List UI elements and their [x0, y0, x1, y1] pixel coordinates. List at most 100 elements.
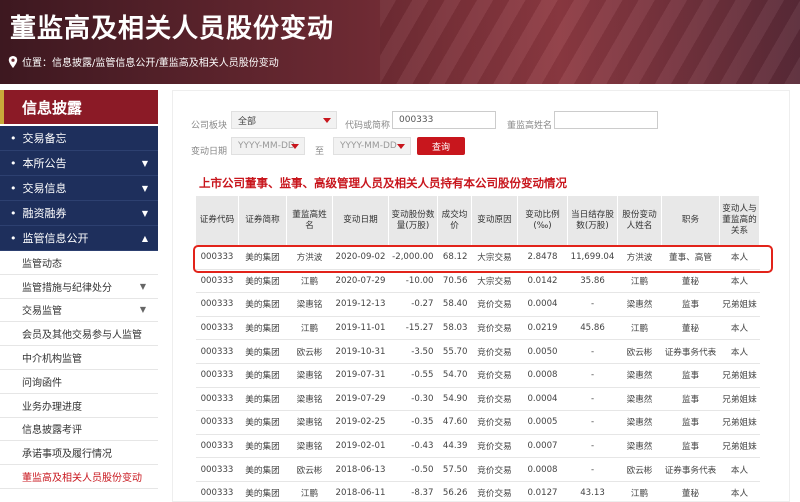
table-cell: 欧云彬	[617, 457, 662, 482]
table-cell: -0.50	[388, 457, 438, 482]
table-cell: 监事	[661, 410, 720, 435]
sub-item-member-supervision[interactable]: 会员及其他交易参与人监管	[0, 322, 158, 347]
col-header[interactable]: 证券简称	[238, 195, 287, 246]
table-cell: 0.0004	[517, 387, 568, 412]
sub-item-insider-share-changes[interactable]: 董监高及相关人员股份变动	[0, 465, 158, 489]
table-cell: 竞价交易	[471, 387, 518, 412]
board-label: 公司板块	[191, 121, 228, 131]
name-input[interactable]	[554, 111, 658, 129]
sidebar-item-label: 监管信息公开	[22, 232, 89, 245]
sub-item-disciplinary-actions[interactable]: 监管措施与纪律处分 ▼	[0, 274, 158, 299]
table-row[interactable]: 000333 美的集团 欧云彬 2018-06-13 -0.50 57.50 竞价交易 0.0…	[195, 457, 760, 482]
table-cell: 11,699.04	[567, 245, 618, 270]
date-from-input[interactable]: YYYY-MM-DD	[231, 137, 305, 155]
table-cell: 000333	[195, 363, 239, 388]
table-cell: 58.03	[437, 316, 472, 341]
sub-item-business-progress[interactable]: 业务办理进度	[0, 393, 158, 418]
table-cell: 0.0004	[517, 292, 568, 317]
breadcrumb: 位置：信息披露/监管信息公开/董监高及相关人员股份变动	[8, 54, 279, 69]
table-cell: 2019-07-31	[332, 363, 389, 388]
board-select[interactable]: 全部	[231, 111, 337, 129]
table-row[interactable]: 000333 美的集团 梁惠铭 2019-07-31 -0.55 54.70 竞价交易 0.0…	[195, 363, 760, 388]
table-row[interactable]: 000333 美的集团 梁惠铭 2019-02-25 -0.35 47.60 竞价交易 0.0…	[195, 410, 760, 435]
col-header[interactable]: 变动日期	[332, 195, 389, 246]
sidebar-item-margin-trading[interactable]: • 融资融券 ▼	[0, 201, 158, 226]
table-cell: -15.27	[388, 316, 438, 341]
table-cell: 欧云彬	[286, 457, 333, 482]
table-cell: 证券事务代表	[661, 339, 720, 364]
table-cell: 竞价交易	[471, 339, 518, 364]
table-cell: 2018-06-11	[332, 481, 389, 502]
table-header-row: 证券代码 证券简称 董监高姓名 变动日期 变动股份数量(万股) 成交均价 变动原…	[195, 195, 760, 246]
table-row[interactable]: 000333 美的集团 江鹏 2020-07-29 -10.00 70.56 大宗交易 0.0…	[195, 269, 760, 294]
table-cell: 兄弟姐妹	[719, 363, 760, 388]
table-row[interactable]: 000333 美的集团 欧云彬 2019-10-31 -3.50 55.70 竞价交易 0.0…	[195, 339, 760, 364]
page-banner: 董监高及相关人员股份变动 位置：信息披露/监管信息公开/董监高及相关人员股份变动	[0, 0, 800, 84]
table-cell: 竞价交易	[471, 292, 518, 317]
col-header[interactable]: 变动股份数量(万股)	[388, 195, 438, 246]
table-cell: 000333	[195, 292, 239, 317]
col-header[interactable]: 职务	[661, 195, 720, 246]
table-cell: 2019-02-01	[332, 434, 389, 459]
sub-item-trading-supervision[interactable]: 交易监管 ▼	[0, 298, 158, 323]
col-header[interactable]: 成交均价	[437, 195, 472, 246]
table-row[interactable]: 000333 美的集团 梁惠铭 2019-12-13 -0.27 58.40 竞价交易 0.0…	[195, 292, 760, 317]
table-row[interactable]: 000333 美的集团 梁惠铭 2019-02-01 -0.43 44.39 竞价交易 0.0…	[195, 434, 760, 459]
dropdown-arrow-icon	[291, 144, 299, 149]
col-header[interactable]: 当日结存股数(万股)	[567, 195, 618, 246]
sub-item-commitments[interactable]: 承诺事项及履行情况	[0, 441, 158, 466]
code-input[interactable]: 000333	[392, 111, 496, 129]
table-cell: 兄弟姐妹	[719, 410, 760, 435]
table-row[interactable]: 000333 美的集团 江鹏 2018-06-11 -8.37 56.26 竞价交易 0.01…	[195, 481, 760, 502]
query-button[interactable]: 查询	[417, 137, 465, 155]
table-cell: 董秘	[661, 316, 720, 341]
col-header[interactable]: 证券代码	[195, 195, 239, 246]
table-cell: 美的集团	[238, 410, 287, 435]
table-cell: 美的集团	[238, 339, 287, 364]
table-cell: 70.56	[437, 269, 472, 294]
table-cell: -0.55	[388, 363, 438, 388]
table-cell: 54.70	[437, 363, 472, 388]
sidebar-item-trading-info[interactable]: • 交易信息 ▼	[0, 176, 158, 201]
sub-item-intermediary-supervision[interactable]: 中介机构监管	[0, 346, 158, 370]
sidebar-item-announcements[interactable]: • 本所公告 ▼	[0, 151, 158, 176]
sidebar-item-trading-memo[interactable]: • 交易备忘	[0, 126, 158, 151]
table-row[interactable]: 000333 美的集团 江鹏 2019-11-01 -15.27 58.03 竞价交易 0.0…	[195, 316, 760, 341]
dropdown-arrow-icon	[397, 144, 405, 149]
col-header[interactable]: 股份变动人姓名	[617, 195, 662, 246]
table-cell: 竞价交易	[471, 410, 518, 435]
dropdown-arrow-icon	[323, 118, 331, 123]
date-to-input[interactable]: YYYY-MM-DD	[333, 137, 411, 155]
table-cell: 美的集团	[238, 269, 287, 294]
table-cell: 0.0007	[517, 434, 568, 459]
name-label: 董监高姓名	[507, 121, 553, 131]
table-cell: 江鹏	[286, 481, 333, 502]
table-cell: 竞价交易	[471, 481, 518, 502]
col-header[interactable]: 变动比例(‰)	[517, 195, 568, 246]
sidebar-heading: 信息披露	[0, 90, 158, 124]
table-row[interactable]: 000333 美的集团 方洪波 2020-09-02 -2,000.00 68.12 大宗交…	[195, 245, 760, 270]
table-cell: 45.86	[567, 316, 618, 341]
table-row[interactable]: 000333 美的集团 梁惠铭 2019-07-29 -0.30 54.90 竞价交易 0.0…	[195, 387, 760, 412]
table-cell: -3.50	[388, 339, 438, 364]
col-header[interactable]: 变动原因	[471, 195, 518, 246]
table-cell: -	[567, 410, 618, 435]
table-cell: 0.0008	[517, 457, 568, 482]
table-cell: 68.12	[437, 245, 472, 270]
col-header[interactable]: 董监高姓名	[286, 195, 333, 246]
table-cell: -0.30	[388, 387, 438, 412]
sidebar-item-label: 本所公告	[22, 157, 67, 170]
sub-item-inquiry-letters[interactable]: 问询函件	[0, 369, 158, 394]
table-cell: 江鹏	[286, 269, 333, 294]
table-cell: -	[567, 363, 618, 388]
table-cell: 兄弟姐妹	[719, 434, 760, 459]
table-cell: 江鹏	[286, 316, 333, 341]
table-cell: -	[567, 387, 618, 412]
col-header[interactable]: 变动人与董监高的关系	[719, 195, 760, 246]
table-cell: 47.60	[437, 410, 472, 435]
table-cell: 57.50	[437, 457, 472, 482]
sub-item-disclosure-evaluation[interactable]: 信息披露考评	[0, 417, 158, 442]
sub-item-regulatory-news[interactable]: 监管动态	[0, 251, 158, 275]
sidebar-item-regulatory-disclosure[interactable]: • 监管信息公开 ▲	[0, 226, 158, 251]
breadcrumb-text[interactable]: 位置：信息披露/监管信息公开/董监高及相关人员股份变动	[22, 54, 279, 69]
